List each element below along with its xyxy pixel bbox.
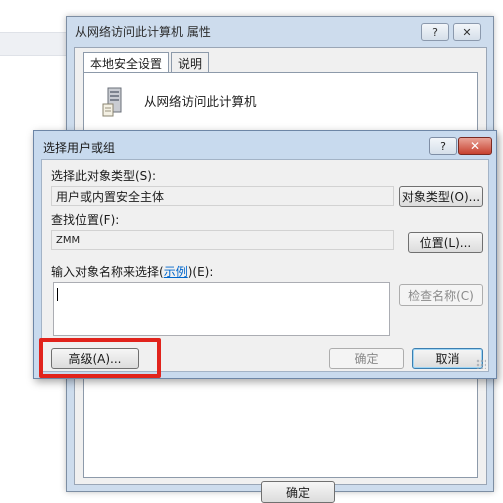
object-type-value: 用户或内置安全主体 — [56, 189, 165, 204]
close-button[interactable]: ✕ — [453, 23, 481, 41]
names-label-prefix: 输入对象名称来选择( — [51, 265, 164, 279]
location-value: ZMM — [56, 234, 81, 246]
dialog-close-button[interactable]: ✕ — [458, 137, 492, 155]
object-names-input[interactable] — [53, 282, 390, 336]
object-type-label: 选择此对象类型(S): — [51, 169, 157, 183]
properties-window-title: 从网络访问此计算机 属性 — [75, 25, 211, 39]
object-type-field: 用户或内置安全主体 — [51, 186, 394, 206]
dialog-ok-button[interactable]: 确定 — [329, 348, 404, 369]
close-icon: ✕ — [462, 25, 472, 39]
text-caret — [57, 288, 58, 301]
location-field: ZMM — [51, 230, 394, 250]
object-names-label: 输入对象名称来选择(示例)(E): — [51, 263, 213, 280]
background-window-strip — [0, 32, 66, 56]
names-label-suffix: )(E): — [187, 265, 214, 279]
dialog-help-button[interactable]: ? — [429, 137, 457, 155]
check-names-button[interactable]: 检查名称(C) — [399, 284, 483, 306]
properties-ok-button[interactable]: 确定 — [261, 481, 335, 503]
resize-grip[interactable] — [476, 359, 486, 369]
object-types-button[interactable]: 对象类型(O)... — [399, 186, 483, 207]
dialog-title: 选择用户或组 — [43, 141, 116, 155]
examples-link[interactable]: 示例 — [164, 265, 188, 279]
help-button[interactable]: ? — [421, 23, 449, 41]
policy-name: 从网络访问此计算机 — [144, 94, 257, 109]
advanced-button-highlight — [39, 338, 161, 378]
cancel-button[interactable]: 取消 — [412, 348, 483, 369]
location-label: 查找位置(F): — [51, 213, 120, 227]
help-icon: ? — [432, 25, 438, 39]
server-policy-icon — [102, 87, 122, 117]
close-icon: ✕ — [469, 139, 481, 153]
help-icon: ? — [440, 139, 446, 153]
locations-button[interactable]: 位置(L)... — [408, 232, 483, 253]
